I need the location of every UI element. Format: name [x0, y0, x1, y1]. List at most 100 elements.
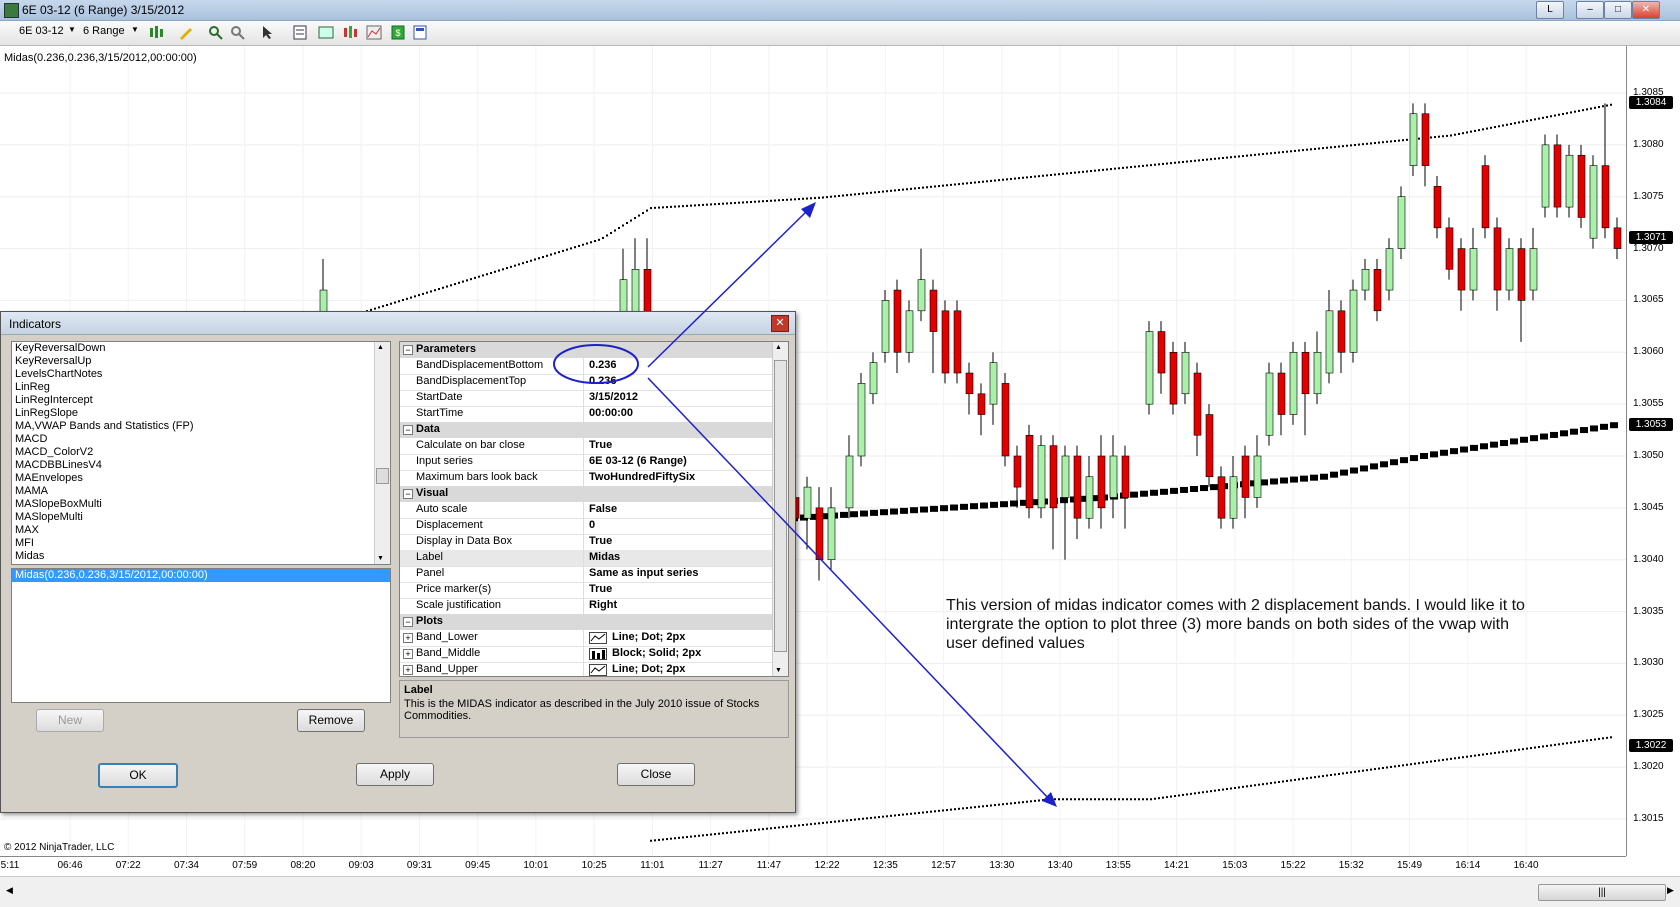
applied-indicator-item[interactable]: Midas(0.236,0.236,3/15/2012,00:00:00) — [12, 569, 390, 582]
indicator-list-item[interactable]: KeyReversalUp — [12, 355, 390, 368]
scroll-up-icon[interactable]: ▲ — [377, 344, 384, 351]
indicator-list-item[interactable]: MAX — [12, 524, 390, 537]
indicator-list-item[interactable]: MFI — [12, 537, 390, 550]
property-value[interactable]: 0 — [589, 519, 595, 531]
property-row[interactable]: Label Midas — [400, 550, 772, 567]
maximize-button[interactable]: □ — [1604, 1, 1632, 19]
horizontal-scrollbar[interactable]: ◀ ||| ▶ — [0, 876, 1680, 907]
property-value[interactable]: False — [589, 503, 617, 515]
close-window-button[interactable]: ✕ — [1632, 1, 1660, 19]
list-scroll-thumb[interactable] — [376, 468, 389, 484]
scrollbar-thumb[interactable]: ||| — [1538, 884, 1666, 901]
indicator-list-item[interactable]: Midas — [12, 550, 390, 563]
ok-button[interactable]: OK — [98, 763, 178, 788]
data-box-icon[interactable] — [412, 25, 428, 40]
scroll-right-icon[interactable]: ▶ — [1667, 885, 1674, 896]
collapse-icon[interactable]: − — [403, 425, 413, 435]
collapse-icon[interactable]: − — [403, 345, 413, 355]
money-icon[interactable]: $ — [390, 25, 406, 40]
list-scrollbar[interactable]: ▲ ▼ — [374, 342, 390, 564]
chevron-down-icon[interactable]: ▼ — [68, 25, 76, 34]
property-row[interactable]: StartDate 3/15/2012 — [400, 390, 772, 407]
property-category[interactable]: − Parameters — [400, 342, 772, 358]
property-value[interactable]: 3/15/2012 — [589, 391, 638, 403]
indicator-list-item[interactable]: LinReg — [12, 381, 390, 394]
link-button[interactable]: L — [1536, 1, 1564, 19]
price-axis[interactable]: 1.3085 1.3080 1.3075 1.3070 1.3065 1.3060 1.30… — [1626, 46, 1680, 856]
indicator-list-item[interactable]: LinRegSlope — [12, 407, 390, 420]
new-button[interactable]: New — [36, 709, 104, 732]
property-row[interactable]: Panel Same as input series — [400, 566, 772, 583]
property-category[interactable]: − Plots — [400, 614, 772, 630]
time-axis[interactable]: 5:11 06:46 07:22 07:34 07:59 08:20 09:03 09:31 0… — [0, 856, 1626, 877]
expand-icon[interactable]: + — [403, 633, 413, 643]
property-category[interactable]: − Visual — [400, 486, 772, 502]
indicator-list-item[interactable]: MAMA — [12, 485, 390, 498]
drawing-tool-icon[interactable] — [178, 25, 194, 40]
instrument-selector[interactable]: 6E 03-12 — [19, 25, 64, 37]
property-row[interactable]: Display in Data Box True — [400, 534, 772, 551]
property-row[interactable]: BandDisplacementTop 0.236 — [400, 374, 772, 391]
property-row[interactable]: Calculate on bar close True — [400, 438, 772, 455]
indicators-icon[interactable] — [342, 25, 358, 40]
property-value[interactable]: 0.236 — [589, 375, 617, 387]
property-value[interactable]: TwoHundredFiftySix — [589, 471, 695, 483]
indicator-list-item[interactable]: MACDBBLinesV4 — [12, 459, 390, 472]
expand-icon[interactable]: + — [403, 665, 413, 675]
property-row[interactable]: BandDisplacementBottom 0.236 — [400, 358, 772, 375]
property-value[interactable]: Midas — [589, 551, 620, 563]
property-value[interactable]: 6E 03-12 (6 Range) — [589, 455, 687, 467]
property-row[interactable]: Input series 6E 03-12 (6 Range) — [400, 454, 772, 471]
applied-indicators-list[interactable]: Midas(0.236,0.236,3/15/2012,00:00:00) — [11, 568, 391, 703]
property-value[interactable]: Line; Dot; 2px — [612, 663, 685, 675]
property-category[interactable]: − Data — [400, 422, 772, 438]
property-row[interactable]: + Band_Middle Block; Solid; 2px — [400, 646, 772, 663]
property-row[interactable]: Price marker(s) True — [400, 582, 772, 599]
property-value[interactable]: 0.236 — [589, 359, 617, 371]
apply-button[interactable]: Apply — [356, 763, 434, 786]
indicator-list-item[interactable]: KeyReversalDown — [12, 342, 390, 355]
strategies-icon[interactable] — [366, 25, 382, 40]
close-icon[interactable]: ✕ — [771, 315, 789, 332]
minimize-button[interactable]: – — [1576, 1, 1604, 19]
property-value[interactable]: True — [589, 535, 612, 547]
available-indicators-list[interactable]: KeyReversalDown KeyReversalUp LevelsChartN… — [11, 341, 391, 565]
property-value[interactable]: Line; Dot; 2px — [612, 631, 685, 643]
property-grid[interactable]: − Parameters BandDisplacementBottom 0.236 Ba… — [399, 341, 789, 677]
property-row[interactable]: Displacement 0 — [400, 518, 772, 535]
indicator-list-item[interactable]: MACD_ColorV2 — [12, 446, 390, 459]
indicator-list-item[interactable]: LevelsChartNotes — [12, 368, 390, 381]
collapse-icon[interactable]: − — [403, 489, 413, 499]
properties-icon[interactable] — [292, 25, 308, 40]
zoom-out-icon[interactable] — [230, 25, 246, 40]
scroll-down-icon[interactable]: ▼ — [775, 667, 782, 674]
indicator-list-item[interactable]: MASlopeMulti — [12, 511, 390, 524]
property-value[interactable]: Block; Solid; 2px — [612, 647, 701, 659]
indicator-list-item[interactable]: MASlopeBoxMulti — [12, 498, 390, 511]
indicator-list-item[interactable]: MACD — [12, 433, 390, 446]
property-value[interactable]: True — [589, 583, 612, 595]
remove-button[interactable]: Remove — [297, 709, 365, 732]
property-row[interactable]: StartTime 00:00:00 — [400, 406, 772, 423]
property-row[interactable]: + Band_Upper Line; Dot; 2px — [400, 662, 772, 676]
grid-scroll-thumb[interactable] — [774, 360, 787, 652]
property-row[interactable]: Maximum bars look back TwoHundredFiftySix — [400, 470, 772, 487]
zoom-in-icon[interactable] — [208, 25, 224, 40]
indicator-list-item[interactable]: MA,VWAP Bands and Statistics (FP) — [12, 420, 390, 433]
collapse-icon[interactable]: − — [403, 617, 413, 627]
chart-trader-icon[interactable] — [318, 25, 334, 40]
scroll-left-icon[interactable]: ◀ — [6, 885, 13, 896]
property-value[interactable]: 00:00:00 — [589, 407, 633, 419]
property-row[interactable]: Scale justification Right — [400, 598, 772, 615]
period-selector[interactable]: 6 Range — [83, 25, 125, 37]
indicator-list-item[interactable]: MAEnvelopes — [12, 472, 390, 485]
property-row[interactable]: + Band_Lower Line; Dot; 2px — [400, 630, 772, 647]
grid-scrollbar[interactable]: ▲ ▼ — [772, 342, 788, 676]
scroll-down-icon[interactable]: ▼ — [377, 555, 384, 562]
property-value[interactable]: True — [589, 439, 612, 451]
expand-icon[interactable]: + — [403, 649, 413, 659]
property-row[interactable]: Auto scale False — [400, 502, 772, 519]
property-value[interactable]: Right — [589, 599, 617, 611]
chevron-down-icon[interactable]: ▼ — [131, 25, 139, 34]
cursor-icon[interactable] — [260, 25, 276, 40]
